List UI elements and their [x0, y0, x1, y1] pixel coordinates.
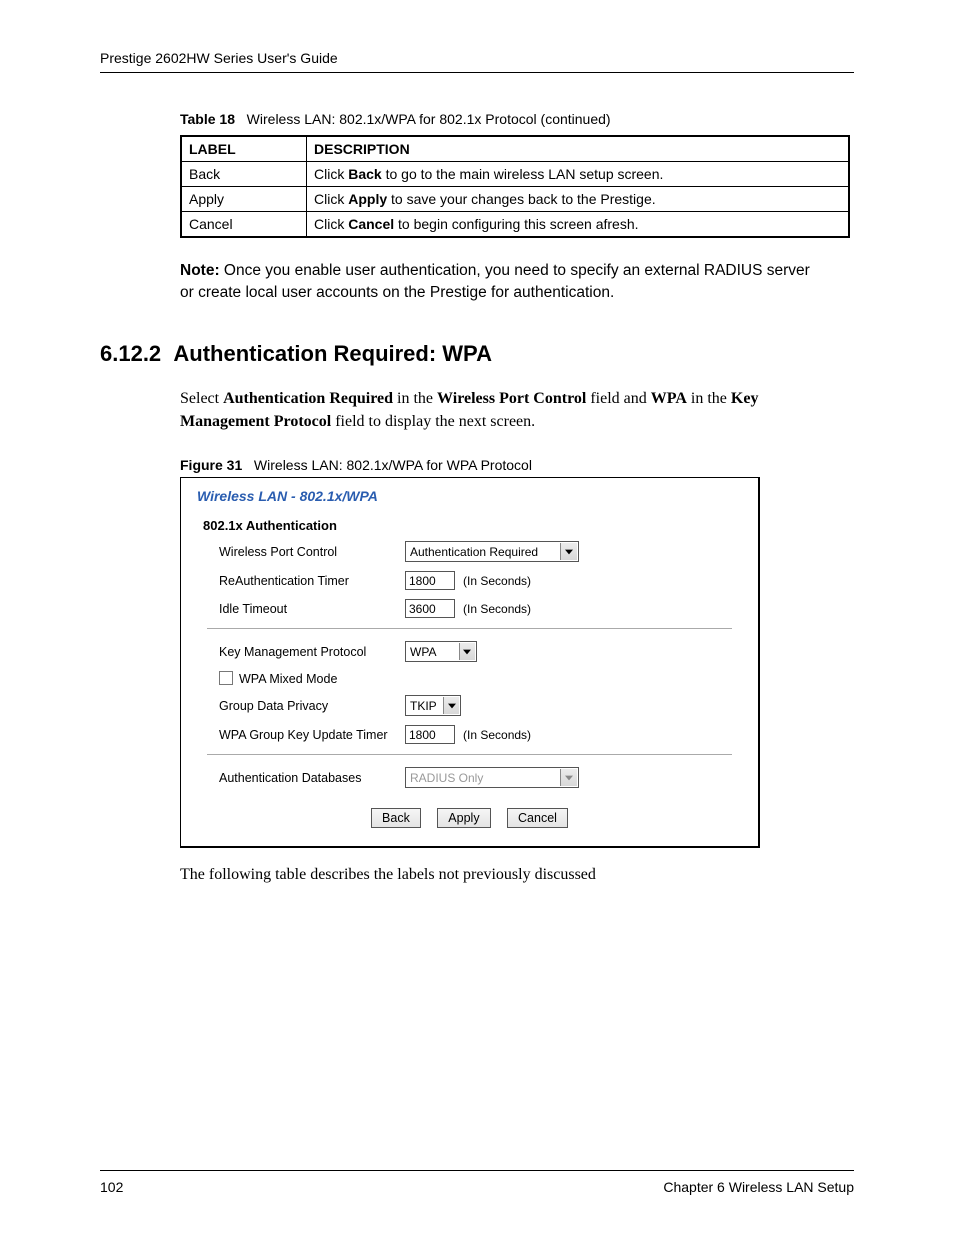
cell-desc: Click Cancel to begin configuring this s… — [307, 212, 850, 238]
row-reauth-timer: ReAuthentication Timer (In Seconds) — [219, 571, 742, 590]
section-title: Authentication Required: WPA — [173, 341, 492, 366]
chevron-down-icon — [560, 543, 577, 560]
cancel-button[interactable]: Cancel — [507, 808, 568, 828]
page-footer: 102 Chapter 6 Wireless LAN Setup — [100, 1170, 854, 1195]
label-group-privacy: Group Data Privacy — [219, 699, 405, 713]
figure31-caption: Figure 31 Wireless LAN: 802.1x/WPA for W… — [180, 457, 854, 473]
suffix-seconds: (In Seconds) — [463, 602, 531, 616]
auth-db-value: RADIUS Only — [406, 771, 559, 785]
table-row: Back Click Back to go to the main wirele… — [181, 162, 849, 187]
note-block: Note: Once you enable user authenticatio… — [180, 260, 854, 305]
chevron-down-icon — [443, 697, 459, 714]
label-wireless-port-control: Wireless Port Control — [219, 545, 405, 559]
figure-caption-text: Wireless LAN: 802.1x/WPA for WPA Protoco… — [254, 457, 532, 473]
note-prefix: Note: — [180, 262, 220, 279]
label-key-mgmt: Key Management Protocol — [219, 645, 405, 659]
row-group-privacy: Group Data Privacy TKIP — [219, 695, 742, 716]
row-wpa-group-timer: WPA Group Key Update Timer (In Seconds) — [219, 725, 742, 744]
key-mgmt-select[interactable]: WPA — [405, 641, 477, 662]
label-reauth-timer: ReAuthentication Timer — [219, 574, 405, 588]
chevron-down-icon — [560, 769, 577, 786]
reauth-timer-input[interactable] — [405, 571, 455, 590]
wireless-port-control-value: Authentication Required — [406, 545, 559, 559]
note-text: Once you enable user authentication, you… — [180, 262, 810, 301]
cell-label: Cancel — [181, 212, 307, 238]
cell-label: Back — [181, 162, 307, 187]
figure-caption-label: Figure 31 — [180, 457, 242, 473]
group-privacy-select[interactable]: TKIP — [405, 695, 461, 716]
table18-caption-label: Table 18 — [180, 111, 235, 127]
suffix-seconds: (In Seconds) — [463, 728, 531, 742]
cell-desc: Click Apply to save your changes back to… — [307, 187, 850, 212]
row-auth-db: Authentication Databases RADIUS Only — [219, 767, 742, 788]
wpa-mixed-checkbox[interactable] — [219, 671, 233, 685]
section-number: 6.12.2 — [100, 341, 161, 366]
cell-desc: Click Back to go to the main wireless LA… — [307, 162, 850, 187]
table18-caption-text: Wireless LAN: 802.1x/WPA for 802.1x Prot… — [247, 111, 611, 127]
page-number: 102 — [100, 1179, 123, 1195]
apply-button[interactable]: Apply — [437, 808, 490, 828]
panel-title: Wireless LAN - 802.1x/WPA — [197, 488, 742, 504]
chapter-label: Chapter 6 Wireless LAN Setup — [663, 1179, 854, 1195]
table18-caption: Table 18 Wireless LAN: 802.1x/WPA for 80… — [180, 111, 854, 127]
row-idle-timeout: Idle Timeout (In Seconds) — [219, 599, 742, 618]
figure31-panel: Wireless LAN - 802.1x/WPA 802.1x Authent… — [180, 477, 760, 848]
divider — [207, 754, 732, 755]
table-row: Cancel Click Cancel to begin configuring… — [181, 212, 849, 238]
row-wpa-mixed: WPA Mixed Mode — [219, 671, 742, 686]
intro-paragraph: Select Authentication Required in the Wi… — [180, 387, 854, 433]
wpa-group-timer-input[interactable] — [405, 725, 455, 744]
cell-label: Apply — [181, 187, 307, 212]
guide-title: Prestige 2602HW Series User's Guide — [100, 50, 338, 66]
section-heading: 6.12.2 Authentication Required: WPA — [100, 341, 854, 367]
figure-button-row: Back Apply Cancel — [197, 808, 742, 828]
idle-timeout-input[interactable] — [405, 599, 455, 618]
subsection-heading: 802.1x Authentication — [203, 518, 742, 533]
label-wpa-group-timer: WPA Group Key Update Timer — [219, 728, 405, 742]
auth-db-select: RADIUS Only — [405, 767, 579, 788]
table-header-row: LABEL DESCRIPTION — [181, 136, 849, 162]
label-wpa-mixed: WPA Mixed Mode — [239, 672, 337, 686]
row-wireless-port-control: Wireless Port Control Authentication Req… — [219, 541, 742, 562]
label-auth-db: Authentication Databases — [219, 771, 405, 785]
chevron-down-icon — [459, 643, 475, 660]
table18: LABEL DESCRIPTION Back Click Back to go … — [180, 135, 850, 238]
row-key-mgmt: Key Management Protocol WPA — [219, 641, 742, 662]
wireless-port-control-select[interactable]: Authentication Required — [405, 541, 579, 562]
suffix-seconds: (In Seconds) — [463, 574, 531, 588]
label-idle-timeout: Idle Timeout — [219, 602, 405, 616]
group-privacy-value: TKIP — [406, 699, 442, 713]
back-button[interactable]: Back — [371, 808, 421, 828]
after-figure-text: The following table describes the labels… — [180, 866, 854, 884]
table-row: Apply Click Apply to save your changes b… — [181, 187, 849, 212]
page-header: Prestige 2602HW Series User's Guide — [100, 50, 854, 73]
divider — [207, 628, 732, 629]
th-label: LABEL — [181, 136, 307, 162]
th-description: DESCRIPTION — [307, 136, 850, 162]
wpa-mixed-checkbox-row: WPA Mixed Mode — [219, 671, 405, 686]
key-mgmt-value: WPA — [406, 645, 458, 659]
